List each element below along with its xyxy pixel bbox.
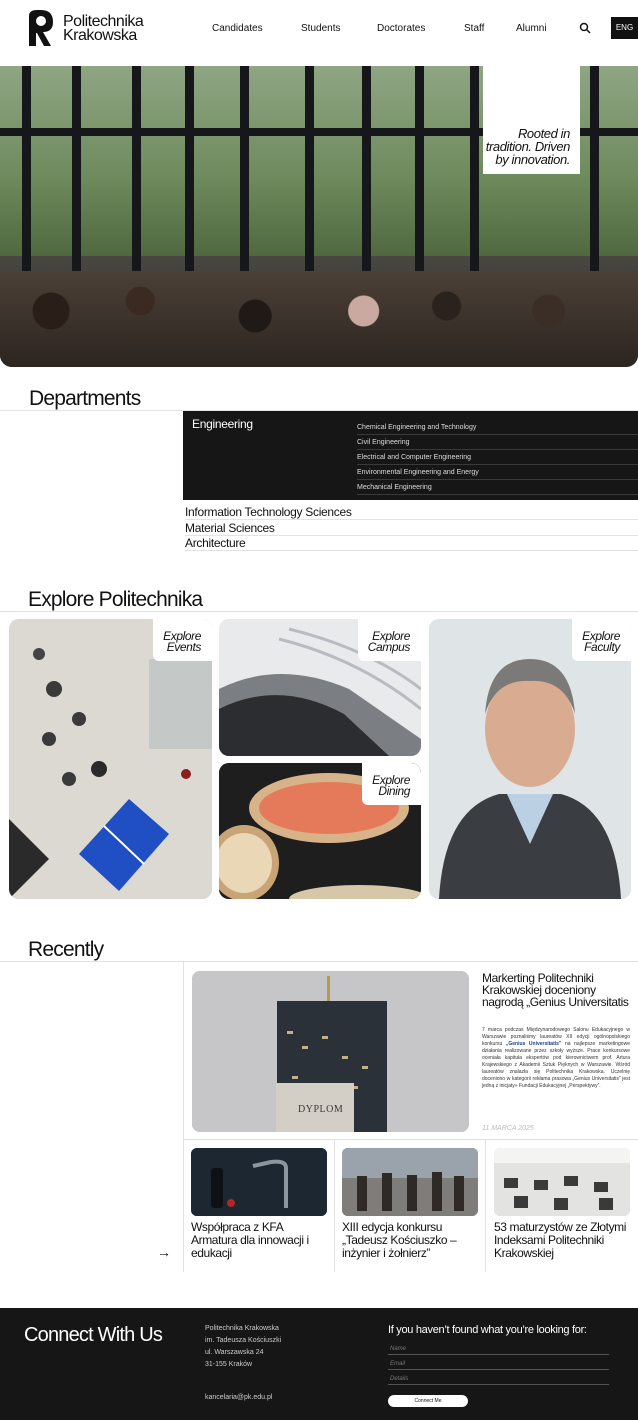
hero-tagline-card: Rooted in tradition. Driven by innovatio…: [483, 66, 580, 174]
address-line: ul. Warszawska 24: [205, 1349, 264, 1356]
details-field[interactable]: Details: [388, 1374, 609, 1385]
hero-window-mullion: [22, 66, 31, 296]
subdepartment-item[interactable]: Civil Engineering: [357, 435, 638, 450]
connect-me-button[interactable]: Connect Me: [388, 1395, 468, 1407]
painting-photo: [342, 1148, 478, 1216]
subdepartment-item[interactable]: Electrical and Computer Engineering: [357, 450, 638, 465]
label-line: Faculty: [584, 640, 620, 654]
hero-window-mullion: [185, 66, 194, 296]
diploma-sign-text: DYPLOM: [298, 1104, 344, 1115]
label-line: Campus: [367, 640, 411, 654]
hero-tagline: Rooted in tradition. Driven by innovatio…: [485, 126, 571, 167]
faculty-photo: [429, 619, 631, 899]
nav-staff[interactable]: Staff: [464, 23, 484, 34]
nav-alumni[interactable]: Alumni: [516, 23, 547, 34]
subdepartment-item[interactable]: Environmental Engineering and Energy: [357, 465, 638, 480]
department-material-sciences[interactable]: Material Sciences: [185, 521, 638, 536]
engineering-subdepartment-list: Chemical Engineering and Technology Civi…: [357, 420, 638, 495]
explore-title: Explore Politechnika: [28, 588, 203, 611]
explore-dining-label: Explore Dining: [362, 763, 421, 805]
name-field[interactable]: Name: [388, 1344, 609, 1355]
footer-contact-question: If you haven’t found what you’re looking…: [388, 1324, 587, 1336]
subdepartment-item[interactable]: Mechanical Engineering: [357, 480, 638, 495]
logo-line-2: Krakowska: [63, 27, 137, 44]
address-line: Politechnika Krakowska: [205, 1325, 279, 1332]
address-line: im. Tadeusza Kościuszki: [205, 1337, 282, 1344]
body-bold-text: „Genius Universitatis”: [505, 1041, 562, 1047]
footer-title: Connect With Us: [24, 1324, 163, 1346]
news-main-image[interactable]: DYPLOM: [192, 971, 469, 1132]
exam-hall-photo: [494, 1148, 630, 1216]
language-switch-button[interactable]: ENG: [611, 17, 638, 39]
news-item-title[interactable]: XIII edycja konkursu „Tadeusz Kościuszko…: [342, 1221, 480, 1260]
logo-wordmark[interactable]: Politechnika Krakowska: [63, 14, 144, 44]
hero-window-mullion: [362, 66, 371, 296]
hero-students-crowd: [0, 271, 638, 367]
hero-window-mullion: [590, 66, 599, 296]
news-item-image[interactable]: [191, 1148, 327, 1216]
body-text: na najlepsze marketingowe działania real…: [482, 1041, 630, 1089]
department-engineering-label[interactable]: Engineering: [192, 417, 253, 431]
hero-window-mullion: [415, 66, 424, 296]
divider: [183, 1139, 638, 1140]
news-item-title[interactable]: Współpraca z KFA Armatura dla innowacji …: [191, 1221, 329, 1260]
explore-events-tile[interactable]: Explore Events: [9, 619, 212, 899]
explore-events-label: Explore Events: [153, 619, 212, 661]
news-item-title[interactable]: 53 maturzystów ze Złotymi Indeksami Poli…: [494, 1221, 632, 1260]
news-main-date: 11 MARCA 2025: [482, 1125, 534, 1132]
hero-window-mullion: [305, 66, 314, 296]
divider: [334, 1139, 335, 1272]
hero-window-mullion: [240, 66, 249, 296]
explore-faculty-tile[interactable]: Explore Faculty: [429, 619, 631, 899]
label-line: Events: [166, 640, 202, 654]
nav-doctorates[interactable]: Doctorates: [377, 23, 425, 34]
site-header: Politechnika Krakowska Candidates Studen…: [0, 0, 638, 66]
news-main-body: 7 marca podczas Międzynarodowego Salonu …: [482, 1027, 630, 1090]
department-engineering-panel[interactable]: Engineering Chemical Engineering and Tec…: [183, 411, 638, 500]
hero-window-mullion: [72, 66, 81, 296]
divider: [0, 611, 638, 612]
recently-title: Recently: [28, 938, 104, 961]
subdepartment-item[interactable]: Chemical Engineering and Technology: [357, 420, 638, 435]
news-item-image[interactable]: [342, 1148, 478, 1216]
arrow-right-icon[interactable]: →: [157, 1244, 171, 1260]
search-icon[interactable]: [579, 22, 591, 34]
email-field[interactable]: Email: [388, 1359, 609, 1370]
address-line: 31-155 Kraków: [205, 1361, 253, 1368]
divider: [183, 961, 184, 1272]
footer-address: Politechnika Krakowska im. Tadeusza Kośc…: [205, 1323, 281, 1371]
label-line: Dining: [378, 784, 410, 798]
news-item-image[interactable]: [494, 1148, 630, 1216]
department-architecture[interactable]: Architecture: [185, 536, 638, 551]
footer-email-link[interactable]: kancelaria@pk.edu.pl: [205, 1394, 272, 1401]
departments-title: Departments: [29, 387, 141, 410]
divider: [0, 961, 638, 962]
hero-window-mullion: [470, 66, 479, 296]
hero-image: Rooted in tradition. Driven by innovatio…: [0, 66, 638, 367]
events-photo: [9, 619, 212, 899]
faucet-photo: [191, 1148, 327, 1216]
explore-faculty-label: Explore Faculty: [572, 619, 631, 661]
logo-icon[interactable]: [27, 10, 53, 46]
hero-window-mullion: [132, 66, 141, 296]
news-main-title[interactable]: Markerting Politechniki Krakowskiej doce…: [482, 972, 632, 1008]
explore-campus-tile[interactable]: Explore Campus: [219, 619, 421, 756]
divider: [485, 1139, 486, 1272]
explore-dining-tile[interactable]: Explore Dining: [219, 763, 421, 899]
department-it-sciences[interactable]: Information Technology Sciences: [185, 505, 638, 520]
explore-campus-label: Explore Campus: [357, 619, 421, 661]
nav-students[interactable]: Students: [301, 23, 340, 34]
nav-candidates[interactable]: Candidates: [212, 23, 263, 34]
